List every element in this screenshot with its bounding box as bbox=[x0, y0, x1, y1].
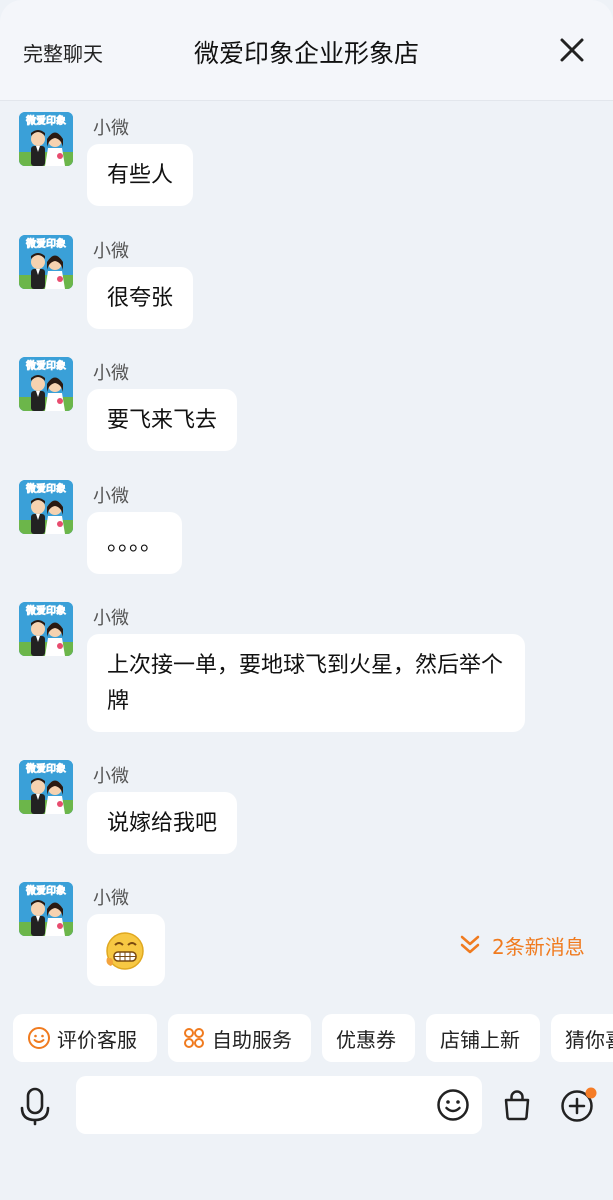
smile-icon bbox=[28, 1027, 50, 1049]
message-bubble[interactable]: 。。。。 bbox=[87, 512, 183, 574]
shop-title: 微爱印象企业形象店 bbox=[193, 39, 419, 68]
rate-service-chip[interactable]: 评价客服 bbox=[13, 1014, 157, 1062]
chip-label: 猜你喜 bbox=[565, 1027, 613, 1052]
new-messages-label: 2条新消息 bbox=[492, 934, 585, 959]
chat-header: 完整聊天 微爱印象企业形象店 bbox=[0, 0, 613, 101]
svg-text:微爱印象: 微爱印象 bbox=[25, 359, 66, 372]
shop-avatar[interactable]: 微爱印象 bbox=[19, 235, 73, 289]
new-messages-indicator[interactable]: 2条新消息 bbox=[458, 928, 585, 962]
sender-name: 小微 bbox=[93, 486, 129, 507]
sender-name: 小微 bbox=[93, 118, 129, 139]
shop-logo-image: 微爱印象 bbox=[19, 235, 73, 289]
sender-name: 小微 bbox=[93, 766, 129, 787]
plus-icon bbox=[561, 1087, 597, 1122]
input-bar bbox=[0, 1070, 613, 1200]
shop-logo-image: 微爱印象 bbox=[19, 760, 73, 814]
grimacing-face-emoji bbox=[106, 932, 144, 970]
voice-icon bbox=[20, 1087, 50, 1126]
emoji-button[interactable] bbox=[436, 1088, 470, 1126]
new-arrivals-chip[interactable]: 店铺上新 bbox=[426, 1014, 540, 1062]
shop-logo-image: 微爱印象 bbox=[19, 882, 73, 936]
chip-label: 自助服务 bbox=[212, 1027, 292, 1052]
close-icon bbox=[560, 38, 584, 62]
shop-logo-image: 微爱印象 bbox=[19, 112, 73, 166]
shop-logo-image: 微爱印象 bbox=[19, 357, 73, 411]
shop-logo-image: 微爱印象 bbox=[19, 480, 73, 534]
self-service-chip[interactable]: 自助服务 bbox=[168, 1014, 311, 1062]
message-bubble[interactable]: 很夸张 bbox=[87, 267, 194, 329]
shop-avatar[interactable]: 微爱印象 bbox=[19, 602, 73, 656]
shop-avatar[interactable]: 微爱印象 bbox=[19, 882, 73, 936]
shop-avatar[interactable]: 微爱印象 bbox=[19, 112, 73, 166]
more-button[interactable] bbox=[559, 1086, 599, 1128]
shop-avatar[interactable]: 微爱印象 bbox=[19, 480, 73, 534]
quick-actions-bar[interactable]: 评价客服 自助服务 优惠券 店铺上新 猜你喜 bbox=[0, 1014, 613, 1064]
shop-avatar[interactable]: 微爱印象 bbox=[19, 760, 73, 814]
svg-text:微爱印象: 微爱印象 bbox=[25, 604, 66, 617]
svg-text:微爱印象: 微爱印象 bbox=[25, 482, 66, 495]
chip-label: 优惠券 bbox=[336, 1027, 396, 1052]
coupon-chip[interactable]: 优惠券 bbox=[322, 1014, 415, 1062]
message-input[interactable] bbox=[76, 1076, 482, 1134]
grid-icon bbox=[184, 1028, 204, 1048]
sender-name: 小微 bbox=[93, 363, 129, 384]
sender-name: 小微 bbox=[93, 608, 129, 629]
chip-label: 店铺上新 bbox=[440, 1027, 520, 1052]
chip-label: 评价客服 bbox=[57, 1027, 137, 1052]
svg-text:微爱印象: 微爱印象 bbox=[25, 884, 66, 897]
svg-text:微爱印象: 微爱印象 bbox=[25, 237, 66, 250]
double-chevron-down-icon bbox=[460, 935, 480, 954]
shopping-bag-button[interactable] bbox=[500, 1088, 534, 1126]
message-bubble[interactable]: 要飞来飞去 bbox=[87, 389, 238, 451]
svg-text:微爱印象: 微爱印象 bbox=[25, 114, 66, 127]
shopping-bag-icon bbox=[504, 1090, 530, 1121]
guess-you-like-chip[interactable]: 猜你喜 bbox=[551, 1014, 613, 1062]
shop-avatar[interactable]: 微爱印象 bbox=[19, 357, 73, 411]
shop-logo-image: 微爱印象 bbox=[19, 602, 73, 656]
voice-button[interactable] bbox=[17, 1086, 53, 1130]
close-button[interactable] bbox=[552, 30, 592, 70]
svg-text:微爱印象: 微爱印象 bbox=[25, 762, 66, 775]
message-bubble[interactable]: 有些人 bbox=[87, 144, 194, 206]
message-bubble[interactable]: 上次接一单，要地球飞到火星，然后举个牌 bbox=[87, 634, 525, 732]
message-bubble[interactable] bbox=[87, 914, 165, 986]
emoji-icon bbox=[437, 1089, 469, 1121]
sender-name: 小微 bbox=[93, 888, 129, 909]
sender-name: 小微 bbox=[93, 241, 129, 262]
notification-badge bbox=[585, 1087, 597, 1099]
message-bubble[interactable]: 说嫁给我吧 bbox=[87, 792, 238, 854]
